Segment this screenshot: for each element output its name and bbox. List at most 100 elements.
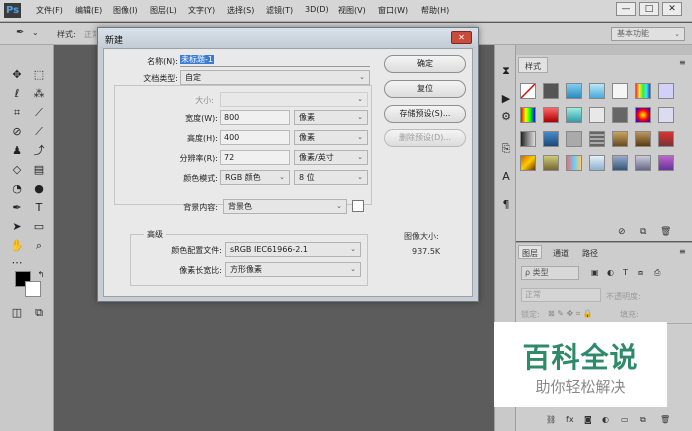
type-tool-icon[interactable]: T: [31, 200, 47, 216]
eraser-icon[interactable]: ◇: [9, 162, 25, 178]
new-layer-icon[interactable]: ⧉: [640, 415, 646, 425]
resolution-unit-select[interactable]: 像素/英寸 ⌄: [294, 150, 368, 165]
background-color-swatch[interactable]: [352, 200, 364, 212]
style-swatch[interactable]: [612, 107, 628, 123]
width-input[interactable]: 800: [220, 110, 290, 125]
style-swatch[interactable]: [543, 83, 559, 99]
style-swatch[interactable]: [612, 83, 628, 99]
style-swatch[interactable]: [658, 131, 674, 147]
width-unit-select[interactable]: 像素 ⌄: [294, 110, 368, 125]
resolution-input[interactable]: 72: [220, 150, 290, 165]
tab-styles[interactable]: 样式: [518, 57, 548, 73]
style-swatch[interactable]: [589, 107, 605, 123]
tab-channels[interactable]: 通道: [553, 248, 569, 259]
menu-edit[interactable]: 编辑(E): [75, 5, 102, 16]
save-preset-button[interactable]: 存储预设(S)...: [384, 105, 466, 123]
style-swatch[interactable]: [566, 107, 582, 123]
menu-select[interactable]: 选择(S): [227, 5, 254, 16]
filter-smart-object-icon[interactable]: ⎙: [654, 268, 660, 278]
style-swatch[interactable]: [520, 131, 536, 147]
hand-tool-icon[interactable]: ✋: [9, 238, 25, 254]
style-swatch[interactable]: [635, 131, 651, 147]
style-swatch[interactable]: [543, 131, 559, 147]
style-swatch[interactable]: [658, 83, 674, 99]
style-swatch[interactable]: [658, 107, 674, 123]
style-swatch[interactable]: [543, 107, 559, 123]
style-swatch[interactable]: [566, 83, 582, 99]
dodge-tool-icon[interactable]: ●: [31, 181, 47, 197]
tab-layers[interactable]: 图层: [518, 245, 542, 259]
magic-wand-icon[interactable]: ⁂: [31, 86, 47, 102]
style-swatch[interactable]: [566, 155, 582, 171]
style-swatch[interactable]: [520, 107, 536, 123]
dialog-titlebar[interactable]: 新建 ✕: [98, 28, 478, 48]
gradient-tool-icon[interactable]: ▤: [31, 162, 47, 178]
workspace-select[interactable]: 基本功能 ⌄: [611, 27, 685, 41]
maximize-button[interactable]: □: [639, 2, 659, 16]
style-swatch[interactable]: [589, 131, 605, 147]
blend-mode-select[interactable]: 正常: [521, 288, 601, 302]
menu-filter[interactable]: 滤镜(T): [266, 5, 293, 16]
doc-type-select[interactable]: 自定 ⌄: [180, 70, 370, 85]
lasso-tool-icon[interactable]: ℓ: [9, 86, 25, 102]
style-swatch[interactable]: [543, 155, 559, 171]
layer-filter-select[interactable]: ρ 类型: [521, 266, 579, 280]
quick-mask-icon[interactable]: ◫: [9, 305, 25, 321]
eyedropper-icon[interactable]: ⟋: [31, 105, 47, 121]
filter-type-icon[interactable]: T: [623, 268, 628, 277]
background-color-swatch[interactable]: [25, 281, 41, 297]
style-swatch[interactable]: [612, 131, 628, 147]
history-panel-icon[interactable]: ⧗: [498, 63, 514, 79]
paragraph-panel-icon[interactable]: ¶: [498, 197, 514, 213]
delete-layer-icon[interactable]: 🗑: [660, 415, 670, 424]
blur-tool-icon[interactable]: ◔: [9, 181, 25, 197]
style-swatch[interactable]: [635, 155, 651, 171]
menu-view[interactable]: 视图(V): [338, 5, 366, 16]
close-window-button[interactable]: ✕: [662, 2, 682, 16]
zoom-tool-icon[interactable]: ⌕: [31, 238, 47, 254]
new-style-icon[interactable]: ⧉: [640, 227, 646, 237]
height-input[interactable]: 400: [220, 130, 290, 145]
menu-3d[interactable]: 3D(D): [305, 5, 329, 14]
healing-brush-icon[interactable]: ⊘: [9, 124, 25, 140]
color-profile-select[interactable]: sRGB IEC61966-2.1 ⌄: [225, 242, 361, 257]
marquee-tool-icon[interactable]: ⬚: [31, 67, 47, 83]
actions-panel-icon[interactable]: ▶: [498, 91, 514, 107]
more-tools-icon[interactable]: ⋯: [9, 255, 25, 271]
dialog-close-button[interactable]: ✕: [451, 31, 472, 44]
adjustment-layer-icon[interactable]: ◐: [602, 415, 609, 424]
layer-mask-icon[interactable]: ◙: [584, 415, 592, 424]
screen-mode-icon[interactable]: ⧉: [31, 305, 47, 321]
clear-style-icon[interactable]: ⊘: [618, 227, 626, 237]
path-selection-icon[interactable]: ➤: [9, 219, 25, 235]
tab-paths[interactable]: 路径: [582, 248, 598, 259]
color-mode-select[interactable]: RGB 颜色 ⌄: [220, 170, 290, 185]
style-select[interactable]: 正常: [84, 29, 96, 40]
ok-button[interactable]: 确定: [384, 55, 466, 73]
style-swatch[interactable]: [612, 155, 628, 171]
menu-layer[interactable]: 图层(L): [150, 5, 177, 16]
move-tool-icon[interactable]: ✥: [9, 67, 25, 83]
link-layers-icon[interactable]: ⛓: [546, 415, 556, 424]
new-group-icon[interactable]: ▭: [621, 415, 629, 424]
panel-menu-icon[interactable]: ≡: [679, 247, 686, 256]
style-swatch[interactable]: [635, 83, 651, 99]
chevron-down-icon[interactable]: ⌄: [32, 28, 39, 37]
style-swatch[interactable]: [520, 83, 536, 99]
brush-tool-icon[interactable]: ⟋: [31, 124, 47, 140]
rectangle-tool-icon[interactable]: ▭: [31, 219, 47, 235]
menu-file[interactable]: 文件(F): [36, 5, 63, 16]
name-field[interactable]: 未标题-1: [180, 54, 370, 67]
style-swatch[interactable]: [658, 155, 674, 171]
menu-type[interactable]: 文字(Y): [188, 5, 215, 16]
reset-button[interactable]: 复位: [384, 80, 466, 98]
properties-panel-icon[interactable]: ⚙: [498, 109, 514, 125]
swap-colors-icon[interactable]: ↰: [33, 267, 49, 283]
bit-depth-select[interactable]: 8 位 ⌄: [294, 170, 368, 185]
panel-menu-icon[interactable]: ≡: [679, 58, 686, 67]
clone-stamp-icon[interactable]: ♟: [9, 143, 25, 159]
style-swatch[interactable]: [566, 131, 582, 147]
filter-pixel-icon[interactable]: ▣: [591, 268, 599, 277]
pen-tool-icon[interactable]: ✒: [9, 200, 25, 216]
menu-help[interactable]: 帮助(H): [421, 5, 449, 16]
